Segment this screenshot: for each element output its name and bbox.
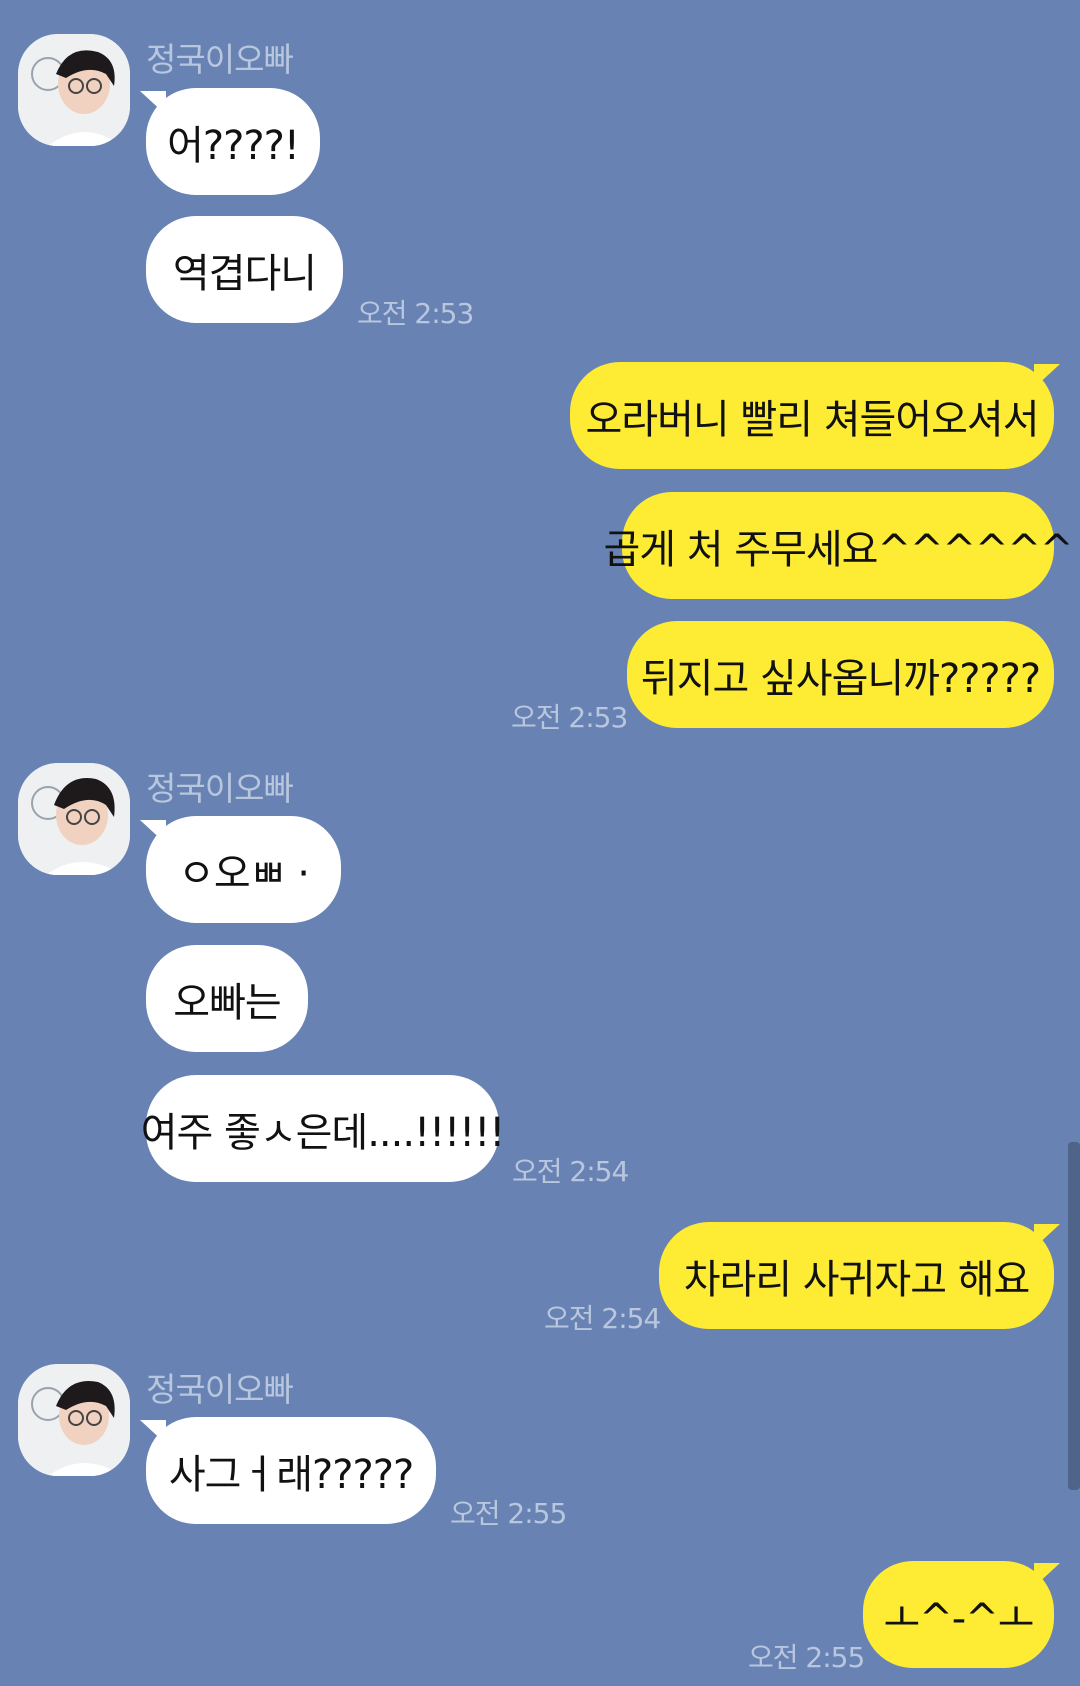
sender-name: 정국이오빠	[146, 769, 294, 808]
message-bubble[interactable]: ㅗ^-^ㅗ	[863, 1561, 1054, 1668]
friend-avatar[interactable]	[18, 34, 130, 146]
message-time: 오전 2:53	[511, 701, 628, 734]
scrollbar[interactable]	[1068, 1142, 1080, 1490]
message-bubble[interactable]: 역겹다니	[146, 216, 343, 323]
message-bubble[interactable]: 차라리 사귀자고 해요	[659, 1222, 1054, 1329]
message-time: 오전 2:54	[512, 1155, 629, 1188]
message-time: 오전 2:55	[748, 1641, 865, 1674]
profile-photo-icon	[18, 34, 130, 146]
sender-name: 정국이오빠	[146, 40, 294, 79]
message-bubble[interactable]: 뒤지고 싶사옵니까?????	[627, 621, 1054, 728]
profile-photo-icon	[18, 763, 130, 875]
message-time: 오전 2:54	[544, 1302, 661, 1335]
message-time: 오전 2:55	[450, 1497, 567, 1530]
friend-avatar[interactable]	[18, 763, 130, 875]
message-bubble[interactable]: 오빠는	[146, 945, 308, 1052]
friend-avatar[interactable]	[18, 1364, 130, 1476]
message-bubble[interactable]: 어????!	[146, 88, 320, 195]
message-bubble[interactable]: 곱게 처 주무세요^^^^^^	[603, 492, 1074, 599]
sender-name: 정국이오빠	[146, 1370, 294, 1409]
profile-photo-icon	[18, 1364, 130, 1476]
message-bubble[interactable]: 사그ㅓ래?????	[146, 1417, 436, 1524]
message-bubble[interactable]: ㅇ오ㅃ ·	[146, 816, 341, 923]
message-bubble[interactable]: 여주 좋ㅅ은데....!!!!!!	[141, 1075, 505, 1182]
message-time: 오전 2:53	[357, 297, 474, 330]
message-bubble[interactable]: 오라버니 빨리 쳐들어오셔서	[570, 362, 1054, 469]
chat-view[interactable]: 정국이오빠 어????! 역겹다니 오전 2:53 오라버니 빨리 쳐들어오셔서…	[0, 0, 1080, 1686]
